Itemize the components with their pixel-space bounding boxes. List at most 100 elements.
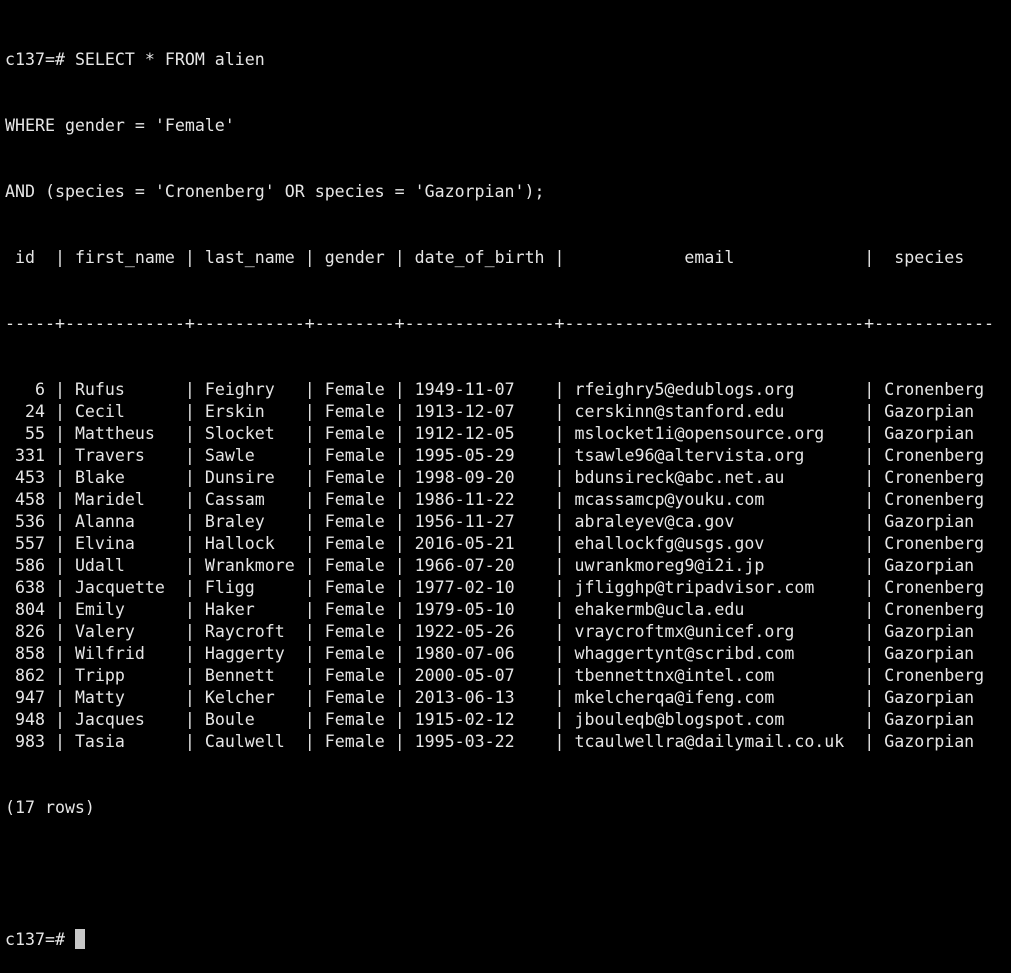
column-divider: | bbox=[394, 556, 405, 575]
cell-email: jbouleqb@blogspot.com bbox=[564, 710, 865, 729]
cell-gender: Female bbox=[314, 644, 395, 663]
cell-id: 453 bbox=[5, 468, 55, 487]
column-divider: | bbox=[554, 424, 565, 443]
cell-email: tcaulwellra@dailymail.co.uk bbox=[564, 732, 865, 751]
table-row: 983 | Tasia | Caulwell | Female | 1995-0… bbox=[5, 731, 1011, 753]
column-divider: | bbox=[304, 446, 315, 465]
table-row: 55 | Mattheus | Slocket | Female | 1912-… bbox=[5, 423, 1011, 445]
column-divider: | bbox=[394, 600, 405, 619]
cell-date-of-birth: 1979-05-10 bbox=[404, 600, 555, 619]
column-divider: | bbox=[304, 644, 315, 663]
cell-last-name: Dunsire bbox=[194, 468, 305, 487]
cell-id: 983 bbox=[5, 732, 55, 751]
input-line[interactable]: c137=# bbox=[5, 929, 1011, 951]
column-divider: | bbox=[54, 688, 65, 707]
cell-first-name: Cecil bbox=[64, 402, 185, 421]
cell-last-name: Kelcher bbox=[194, 688, 305, 707]
table-row: 458 | Maridel | Cassam | Female | 1986-1… bbox=[5, 489, 1011, 511]
column-divider: | bbox=[864, 446, 875, 465]
cell-species: Cronenberg bbox=[874, 468, 985, 487]
cell-species: Gazorpian bbox=[874, 710, 975, 729]
cell-species: Cronenberg bbox=[874, 534, 985, 553]
cell-email: ehallockfg@usgs.gov bbox=[564, 534, 865, 553]
column-divider: | bbox=[864, 578, 875, 597]
cell-last-name: Sawle bbox=[194, 446, 305, 465]
column-header-gender: gender bbox=[314, 248, 395, 267]
column-divider: | bbox=[304, 732, 315, 751]
cell-id: 804 bbox=[5, 600, 55, 619]
column-divider: | bbox=[304, 248, 315, 267]
cell-date-of-birth: 1915-02-12 bbox=[404, 710, 555, 729]
terminal-window[interactable]: c137=# SELECT * FROM alien WHERE gender … bbox=[0, 0, 1011, 949]
column-divider: | bbox=[184, 600, 195, 619]
column-header-species: species bbox=[874, 248, 965, 267]
table-row: 453 | Blake | Dunsire | Female | 1998-09… bbox=[5, 467, 1011, 489]
column-divider: | bbox=[54, 666, 65, 685]
cell-species: Cronenberg bbox=[874, 490, 985, 509]
column-divider: | bbox=[184, 534, 195, 553]
column-divider: | bbox=[864, 600, 875, 619]
column-divider: | bbox=[184, 556, 195, 575]
cell-date-of-birth: 1966-07-20 bbox=[404, 556, 555, 575]
column-divider: | bbox=[554, 512, 565, 531]
cell-last-name: Bennett bbox=[194, 666, 305, 685]
cell-email: tsawle96@altervista.org bbox=[564, 446, 865, 465]
cell-gender: Female bbox=[314, 446, 395, 465]
column-divider: | bbox=[304, 512, 315, 531]
column-divider: | bbox=[394, 644, 405, 663]
cell-date-of-birth: 2013-06-13 bbox=[404, 688, 555, 707]
column-divider: | bbox=[554, 380, 565, 399]
column-divider: | bbox=[184, 732, 195, 751]
column-divider: | bbox=[184, 622, 195, 641]
cell-id: 536 bbox=[5, 512, 55, 531]
column-divider: | bbox=[554, 688, 565, 707]
cell-species: Gazorpian bbox=[874, 424, 975, 443]
cell-last-name: Caulwell bbox=[194, 732, 305, 751]
column-divider: | bbox=[184, 688, 195, 707]
cell-first-name: Jacquette bbox=[64, 578, 185, 597]
column-divider: | bbox=[54, 380, 65, 399]
column-divider: | bbox=[304, 666, 315, 685]
column-divider: | bbox=[184, 710, 195, 729]
column-divider: | bbox=[394, 248, 405, 267]
column-divider: | bbox=[394, 622, 405, 641]
column-divider: | bbox=[304, 402, 315, 421]
column-divider: | bbox=[54, 534, 65, 553]
column-divider: | bbox=[184, 424, 195, 443]
cell-gender: Female bbox=[314, 622, 395, 641]
cell-date-of-birth: 1998-09-20 bbox=[404, 468, 555, 487]
cell-last-name: Feighry bbox=[194, 380, 305, 399]
cell-date-of-birth: 1912-12-05 bbox=[404, 424, 555, 443]
column-divider: | bbox=[554, 732, 565, 751]
cell-date-of-birth: 1913-12-07 bbox=[404, 402, 555, 421]
cell-last-name: Hallock bbox=[194, 534, 305, 553]
row-count: (17 rows) bbox=[5, 798, 95, 817]
cell-id: 862 bbox=[5, 666, 55, 685]
cell-first-name: Alanna bbox=[64, 512, 185, 531]
cell-gender: Female bbox=[314, 534, 395, 553]
query-line-2: WHERE gender = 'Female' bbox=[5, 116, 235, 135]
cell-species: Gazorpian bbox=[874, 622, 975, 641]
cell-id: 557 bbox=[5, 534, 55, 553]
cell-date-of-birth: 1995-05-29 bbox=[404, 446, 555, 465]
cell-email: abraleyev@ca.gov bbox=[564, 512, 865, 531]
cell-gender: Female bbox=[314, 512, 395, 531]
cell-species: Gazorpian bbox=[874, 688, 975, 707]
column-divider: | bbox=[184, 248, 195, 267]
cell-date-of-birth: 1980-07-06 bbox=[404, 644, 555, 663]
column-divider: | bbox=[554, 556, 565, 575]
cell-first-name: Jacques bbox=[64, 710, 185, 729]
cell-species: Gazorpian bbox=[874, 512, 975, 531]
column-divider: | bbox=[54, 556, 65, 575]
column-divider: | bbox=[394, 578, 405, 597]
column-divider: | bbox=[54, 600, 65, 619]
query-line-1: c137=# SELECT * FROM alien bbox=[5, 49, 1011, 71]
column-divider: | bbox=[554, 710, 565, 729]
column-divider: | bbox=[554, 622, 565, 641]
cell-last-name: Braley bbox=[194, 512, 305, 531]
cell-species: Cronenberg bbox=[874, 600, 985, 619]
column-divider: | bbox=[304, 556, 315, 575]
cell-first-name: Tripp bbox=[64, 666, 185, 685]
cell-last-name: Raycroft bbox=[194, 622, 305, 641]
cell-first-name: Emily bbox=[64, 600, 185, 619]
